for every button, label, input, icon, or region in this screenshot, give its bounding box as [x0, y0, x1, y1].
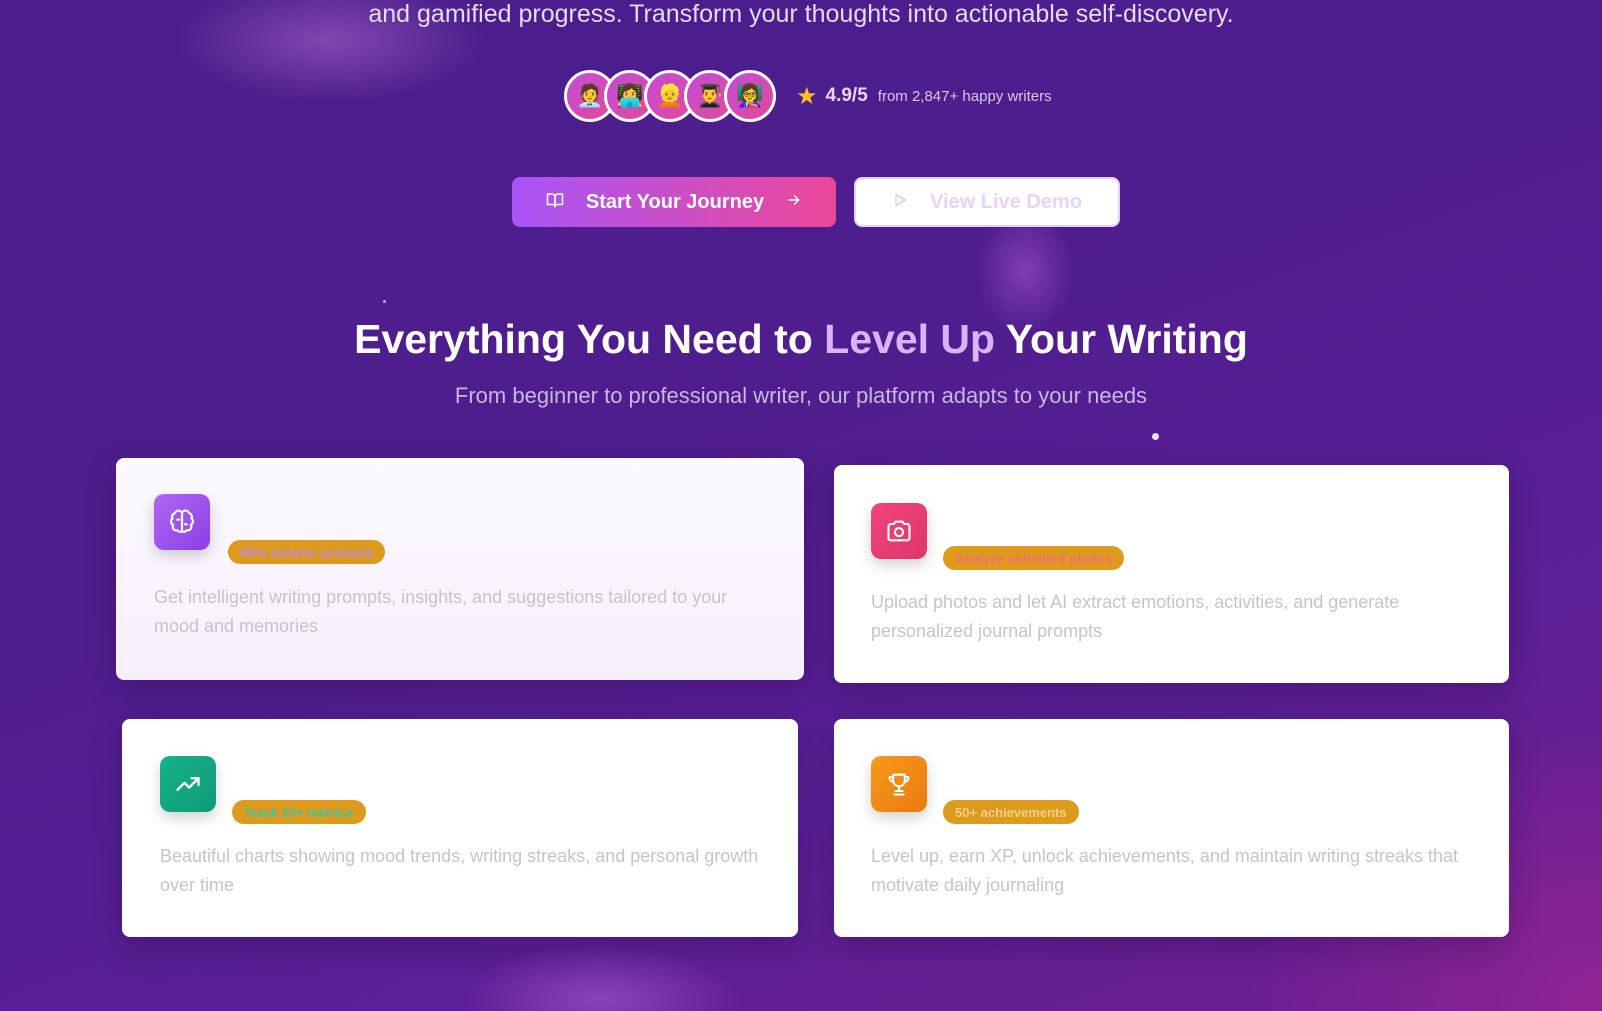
feature-badge: 95% smarter prompts	[228, 540, 385, 564]
trophy-icon	[871, 756, 927, 812]
feature-card[interactable]: 50+ achievements Level up, earn XP, unlo…	[834, 719, 1509, 937]
view-demo-label: View Live Demo	[930, 190, 1082, 213]
feature-description: Upload photos and let AI extract emotion…	[871, 592, 1400, 641]
rating-score: 4.9/5	[825, 85, 868, 106]
view-demo-button[interactable]: View Live Demo	[854, 177, 1120, 227]
features-title-accent: Level Up	[824, 316, 996, 362]
start-journey-label: Start Your Journey	[585, 190, 765, 213]
feature-badge: 50+ achievements	[943, 800, 1079, 824]
decorative-particle	[383, 300, 386, 303]
features-title-end: Your Writing	[995, 316, 1248, 362]
feature-badge: Analyze unlimited photos	[943, 546, 1125, 570]
decorative-particle	[1152, 433, 1159, 440]
brain-icon	[154, 494, 210, 550]
feature-badge: Track 20+ metrics	[232, 800, 366, 824]
avatar: 👩‍🏫	[724, 70, 776, 122]
features-title-start: Everything You Need to	[354, 316, 825, 362]
book-open-icon	[546, 191, 564, 214]
avatar-group: 🧑‍💼 👩‍💻 👱 👨‍🎓 👩‍🏫	[564, 70, 776, 122]
feature-card[interactable]: Analyze unlimited photos Upload photos a…	[834, 465, 1509, 683]
arrow-right-icon	[786, 192, 802, 213]
features-subtitle: From beginner to professional writer, ou…	[454, 383, 1148, 408]
feature-card[interactable]: Track 20+ metrics Beautiful charts showi…	[122, 719, 798, 937]
feature-card[interactable]: 95% smarter prompts Get intelligent writ…	[116, 458, 804, 680]
camera-icon	[871, 503, 927, 559]
feature-description: Get intelligent writing prompts, insight…	[154, 587, 728, 636]
start-journey-button[interactable]: Start Your Journey	[512, 177, 836, 227]
feature-description: Beautiful charts showing mood trends, wr…	[160, 846, 759, 895]
trending-up-icon	[160, 756, 216, 812]
rating: ★ 4.9/5 from 2,847+ happy writers	[796, 82, 1052, 110]
features-title: Everything You Need to Level Up Your Wri…	[0, 312, 1602, 366]
star-icon: ★	[796, 82, 818, 110]
hero-subtitle: and gamified progress. Transform your th…	[368, 0, 1234, 28]
rating-caption: from 2,847+ happy writers	[877, 87, 1052, 105]
social-proof: 🧑‍💼 👩‍💻 👱 👨‍🎓 👩‍🏫 ★ 4.9/5 from 2,847+ ha…	[564, 68, 1052, 124]
play-icon	[892, 192, 908, 212]
feature-description: Level up, earn XP, unlock achievements, …	[871, 846, 1458, 895]
